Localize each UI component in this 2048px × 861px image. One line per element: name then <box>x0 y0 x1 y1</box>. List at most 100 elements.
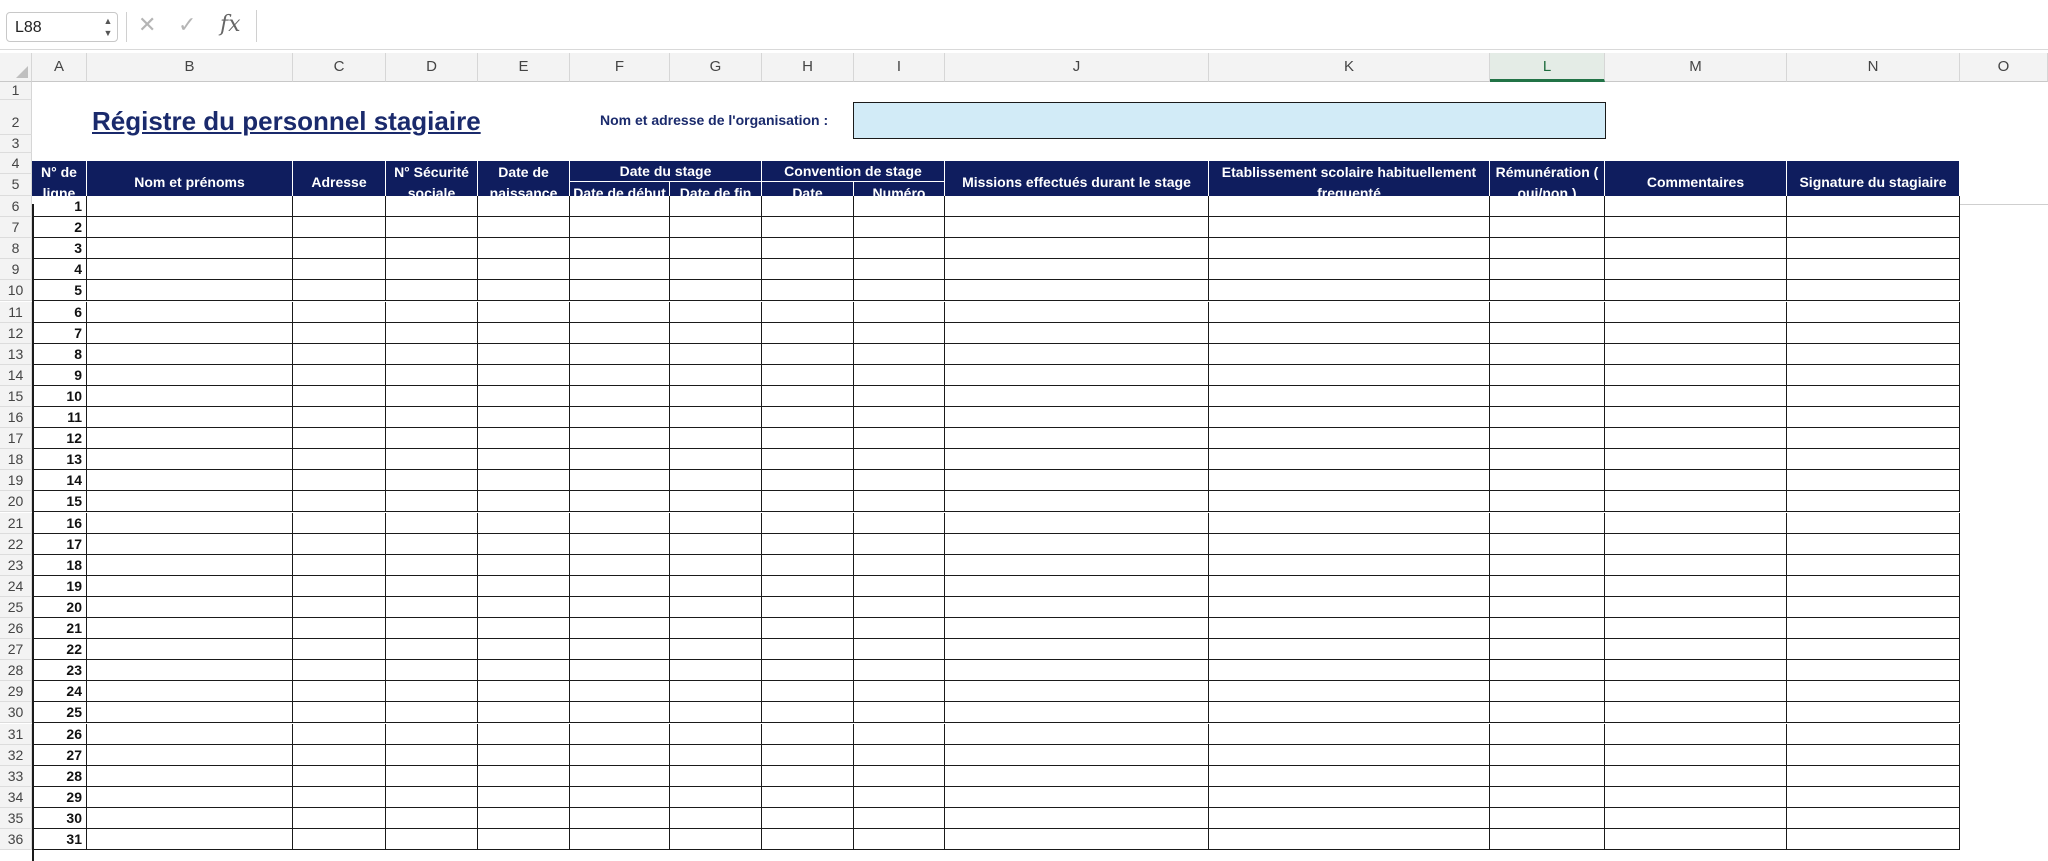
table-cell[interactable] <box>1209 512 1490 534</box>
table-cell[interactable] <box>87 301 293 323</box>
table-cell[interactable] <box>762 449 854 471</box>
row-header-7[interactable]: 7 <box>0 217 32 239</box>
table-cell[interactable] <box>1490 238 1605 260</box>
table-cell[interactable] <box>945 765 1209 787</box>
table-cell[interactable] <box>1490 259 1605 281</box>
table-cell[interactable] <box>1209 280 1490 302</box>
table-cell[interactable] <box>293 575 386 597</box>
table-cell[interactable] <box>762 196 854 218</box>
table-cell[interactable] <box>762 829 854 851</box>
line-number-cell[interactable]: 10 <box>32 385 87 407</box>
table-cell[interactable] <box>762 428 854 450</box>
table-cell[interactable] <box>945 280 1209 302</box>
table-cell[interactable] <box>87 807 293 829</box>
table-cell[interactable] <box>293 491 386 513</box>
table-cell[interactable] <box>1787 491 1960 513</box>
name-box-dropdown-icon[interactable]: ▲ ▼ <box>102 15 114 39</box>
row-header-13[interactable]: 13 <box>0 343 32 365</box>
table-cell[interactable] <box>570 765 670 787</box>
table-cell[interactable] <box>87 428 293 450</box>
line-number-cell[interactable]: 2 <box>32 217 87 239</box>
table-cell[interactable] <box>854 575 945 597</box>
table-cell[interactable] <box>1209 449 1490 471</box>
column-header-K[interactable]: K <box>1209 53 1490 82</box>
table-cell[interactable] <box>670 343 762 365</box>
table-cell[interactable] <box>386 744 478 766</box>
table-cell[interactable] <box>1787 829 1960 851</box>
table-cell[interactable] <box>854 470 945 492</box>
table-cell[interactable] <box>570 596 670 618</box>
row-header-18[interactable]: 18 <box>0 449 32 471</box>
table-cell[interactable] <box>1605 596 1787 618</box>
column-header-J[interactable]: J <box>945 53 1209 82</box>
table-cell[interactable] <box>1787 238 1960 260</box>
table-cell[interactable] <box>1605 639 1787 661</box>
table-cell[interactable] <box>478 807 570 829</box>
table-cell[interactable] <box>1209 786 1490 808</box>
table-cell[interactable] <box>1490 407 1605 429</box>
table-cell[interactable] <box>1605 786 1787 808</box>
table-cell[interactable] <box>1490 702 1605 724</box>
table-cell[interactable] <box>854 259 945 281</box>
table-cell[interactable] <box>293 449 386 471</box>
row-header-35[interactable]: 35 <box>0 807 32 829</box>
table-cell[interactable] <box>478 765 570 787</box>
table-cell[interactable] <box>854 765 945 787</box>
table-cell[interactable] <box>670 765 762 787</box>
line-number-cell[interactable]: 19 <box>32 575 87 597</box>
table-cell[interactable] <box>293 385 386 407</box>
table-cell[interactable] <box>1787 301 1960 323</box>
table-cell[interactable] <box>945 385 1209 407</box>
table-cell[interactable] <box>1490 385 1605 407</box>
table-cell[interactable] <box>945 407 1209 429</box>
table-cell[interactable] <box>87 196 293 218</box>
table-cell[interactable] <box>478 449 570 471</box>
table-cell[interactable] <box>1490 280 1605 302</box>
line-number-cell[interactable]: 4 <box>32 259 87 281</box>
table-cell[interactable] <box>293 639 386 661</box>
table-cell[interactable] <box>1209 554 1490 576</box>
table-cell[interactable] <box>1209 238 1490 260</box>
table-cell[interactable] <box>1787 575 1960 597</box>
table-cell[interactable] <box>854 618 945 640</box>
table-cell[interactable] <box>945 322 1209 344</box>
table-cell[interactable] <box>1490 343 1605 365</box>
row-header-6[interactable]: 6 <box>0 196 32 218</box>
table-cell[interactable] <box>570 681 670 703</box>
row-header-27[interactable]: 27 <box>0 639 32 661</box>
table-cell[interactable] <box>854 364 945 386</box>
table-cell[interactable] <box>87 343 293 365</box>
table-cell[interactable] <box>1209 428 1490 450</box>
table-cell[interactable] <box>945 238 1209 260</box>
table-cell[interactable] <box>670 575 762 597</box>
table-cell[interactable] <box>762 660 854 682</box>
table-cell[interactable] <box>945 428 1209 450</box>
line-number-cell[interactable]: 7 <box>32 322 87 344</box>
table-cell[interactable] <box>478 660 570 682</box>
table-cell[interactable] <box>670 596 762 618</box>
table-cell[interactable] <box>945 702 1209 724</box>
table-cell[interactable] <box>293 196 386 218</box>
org-input-cell[interactable] <box>853 102 1606 139</box>
table-cell[interactable] <box>1787 280 1960 302</box>
table-cell[interactable] <box>854 196 945 218</box>
table-cell[interactable] <box>478 723 570 745</box>
table-cell[interactable] <box>293 744 386 766</box>
table-cell[interactable] <box>478 343 570 365</box>
table-cell[interactable] <box>1490 807 1605 829</box>
table-cell[interactable] <box>762 639 854 661</box>
table-cell[interactable] <box>570 280 670 302</box>
table-cell[interactable] <box>1209 407 1490 429</box>
line-number-cell[interactable]: 24 <box>32 681 87 703</box>
line-number-cell[interactable]: 22 <box>32 639 87 661</box>
table-cell[interactable] <box>670 512 762 534</box>
table-cell[interactable] <box>1787 533 1960 555</box>
table-cell[interactable] <box>87 385 293 407</box>
table-cell[interactable] <box>1209 491 1490 513</box>
table-cell[interactable] <box>1490 322 1605 344</box>
table-cell[interactable] <box>478 681 570 703</box>
table-cell[interactable] <box>87 491 293 513</box>
table-cell[interactable] <box>854 343 945 365</box>
table-cell[interactable] <box>854 407 945 429</box>
table-cell[interactable] <box>478 596 570 618</box>
